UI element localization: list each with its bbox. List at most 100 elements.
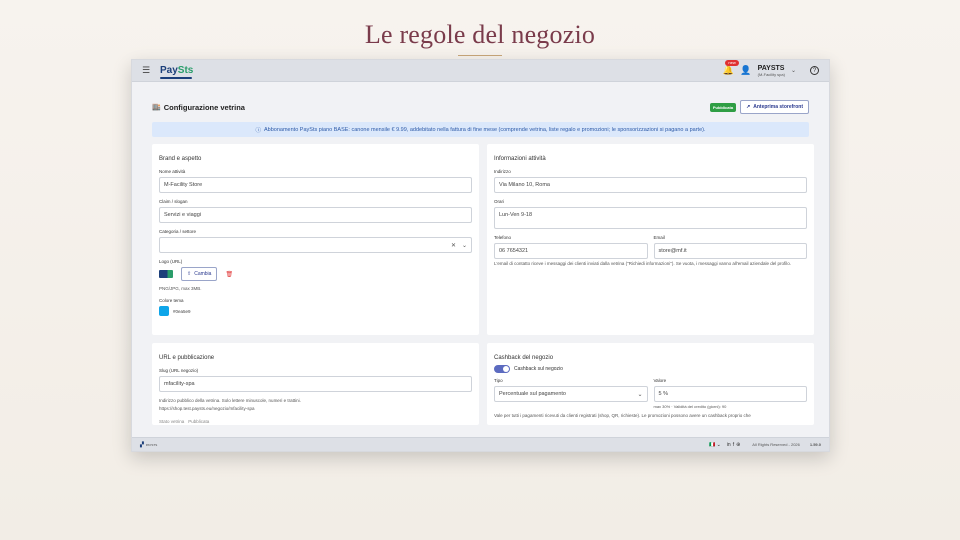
toggle-label: Cashback sul negozio <box>514 366 563 372</box>
cashback-card: Cashback del negozio Cashback sul negozi… <box>487 343 814 425</box>
page-header: 🏬 Configurazione vetrina Pubblicata ↗ An… <box>152 92 809 122</box>
hours-label: Orari <box>494 199 504 204</box>
change-logo-button[interactable]: ⇧ Cambia <box>181 267 218 281</box>
user-icon[interactable]: 👤 <box>740 65 751 76</box>
slug-url: https://shop.test.paysts.eu/negozio/mfac… <box>159 406 255 412</box>
state-select[interactable]: Pubblicata <box>188 419 209 424</box>
url-card: URL e pubblicazione Slug (URL negozio) m… <box>152 343 479 425</box>
brand-card: Brand e aspetto Nome attività M-Facility… <box>152 144 479 335</box>
logo-label: Logo (URL) <box>159 259 183 264</box>
claim-input[interactable]: Servizi e viaggi <box>159 207 472 223</box>
notification-badge: new <box>725 60 739 66</box>
social-links: in f ⊕ <box>727 442 741 448</box>
preview-label: Anteprima storefront <box>753 104 803 110</box>
cashback-hint: Vale per tutti i pagamenti ricevuti da c… <box>494 413 751 418</box>
phone-label: Telefono <box>494 235 512 240</box>
category-label: Categoria / settore <box>159 229 197 234</box>
color-row: #0ea5e9 <box>159 306 472 317</box>
card-title: Cashback del negozio <box>494 355 554 361</box>
page-title: 🏬 Configurazione vetrina <box>152 103 245 112</box>
page-title-text: Configurazione vetrina <box>163 102 245 112</box>
clear-icon[interactable]: ✕ <box>451 242 456 249</box>
subscription-banner: ⓘ Abbonamento PaySts piano BASE: canone … <box>152 122 809 137</box>
color-value: #0ea5e9 <box>173 308 191 314</box>
change-label: Cambia <box>194 271 212 277</box>
phone-input[interactable]: 06 7654321 <box>494 243 648 259</box>
category-select[interactable]: ✕ ⌄ <box>159 237 472 253</box>
type-label: Tipo <box>494 378 503 383</box>
title-divider <box>458 55 502 56</box>
card-title: URL e pubblicazione <box>159 355 215 361</box>
state-row: Stato vetrina Pubblicata <box>159 419 472 424</box>
business-name-input[interactable]: M-Facility Store <box>159 177 472 193</box>
slide-title: Le regole del negozio <box>364 20 596 49</box>
logo-mark-icon: ▞ <box>140 441 144 448</box>
trash-icon[interactable]: 🗑 <box>225 271 233 278</box>
brand-logo[interactable]: PaySts <box>160 65 194 79</box>
logo-row: ⇧ Cambia 🗑 <box>159 267 472 281</box>
notifications-button[interactable]: 🔔 new <box>722 60 739 76</box>
claim-label: Claim / slogan <box>159 199 188 204</box>
chevron-down-icon[interactable]: ⌄ <box>791 67 796 74</box>
value-input[interactable]: 5 % <box>653 386 807 402</box>
cashback-fields: Tipo Percentuale sul pagamento ⌄ Valore … <box>494 378 807 413</box>
store-icon: 🏬 <box>152 104 161 111</box>
cashback-toggle[interactable] <box>494 365 510 373</box>
type-value: Percentuale sul pagamento <box>499 391 566 397</box>
value-label: Valore <box>653 378 667 383</box>
hours-textarea[interactable]: Lun-Ven 9-18 <box>494 207 807 229</box>
email-input[interactable]: store@mf.it <box>653 243 807 259</box>
preview-storefront-button[interactable]: ↗ Anteprima storefront <box>740 100 809 114</box>
upload-icon: ⇧ <box>187 271 192 277</box>
brand-underline <box>160 77 192 79</box>
linkedin-icon[interactable]: in <box>727 442 731 448</box>
brand-part-b: Sts <box>177 65 194 76</box>
menu-icon[interactable]: ☰ <box>142 65 156 76</box>
topbar-actions: 🔔 new 👤 PAYSTS (M-Facility spa) ⌄ ? <box>722 60 819 77</box>
cashback-toggle-row: Cashback sul negozio <box>494 365 807 373</box>
external-link-icon: ↗ <box>746 104 751 110</box>
slug-hint: Indirizzo pubblico della vetrina. Solo l… <box>159 398 301 403</box>
value-hint: max 30% · Validità del credito (giorni):… <box>653 404 727 409</box>
brand-part-a: Pay <box>160 65 178 76</box>
address-label: Indirizzo <box>494 169 511 174</box>
main-content: 🏬 Configurazione vetrina Pubblicata ↗ An… <box>132 82 829 438</box>
footer-bar: ▞ PAYSTS 🇮🇹 ⌄ in f ⊕ All Rights Reserved… <box>132 437 829 451</box>
user-name: PAYSTS <box>757 64 785 72</box>
bell-icon: 🔔 <box>722 65 735 75</box>
logo-thumbnail <box>159 270 173 278</box>
app-window: ☰ PaySts 🔔 new 👤 PAYSTS (M-Facility spa)… <box>131 59 830 452</box>
color-swatch[interactable] <box>159 306 169 317</box>
facebook-icon[interactable]: f <box>733 442 734 448</box>
banner-text: Abbonamento PaySts piano BASE: canone me… <box>264 126 706 133</box>
name-label: Nome attività <box>159 169 186 174</box>
address-input[interactable]: Via Milano 10, Roma <box>494 177 807 193</box>
top-bar: ☰ PaySts 🔔 new 👤 PAYSTS (M-Facility spa)… <box>132 60 829 82</box>
user-company: (M-Facility spa) <box>757 71 785 77</box>
version: 1.59.0 <box>809 442 821 447</box>
card-title: Brand e aspetto <box>159 156 202 162</box>
slug-input[interactable]: mfacility-spa <box>159 376 472 392</box>
web-icon[interactable]: ⊕ <box>736 442 740 448</box>
info-icon: ⓘ <box>255 127 262 134</box>
help-icon[interactable]: ? <box>810 66 819 75</box>
logo-hint: PNG/JPG, max 3MB. <box>159 286 202 291</box>
email-hint: L'email di contatto riceve i messaggi de… <box>494 261 792 266</box>
email-label: Email <box>653 235 665 240</box>
state-label: Stato vetrina <box>159 418 185 424</box>
business-info-card: Informazioni attività Indirizzo Via Mila… <box>487 144 814 335</box>
language-selector[interactable]: 🇮🇹 ⌄ <box>709 442 721 448</box>
status-badge: Pubblicata <box>709 102 737 112</box>
footer-logo-text: PAYSTS <box>145 442 158 447</box>
color-label: Colore tema <box>159 298 184 304</box>
copyright: All Rights Reserved - 2026 <box>752 442 800 447</box>
slug-label: Slug (URL negozio) <box>159 368 199 373</box>
user-menu[interactable]: PAYSTS (M-Facility spa) <box>758 65 785 77</box>
card-title: Informazioni attività <box>494 156 546 162</box>
chevron-down-icon[interactable]: ⌄ <box>462 242 467 249</box>
type-select[interactable]: Percentuale sul pagamento ⌄ <box>494 386 648 402</box>
toggle-knob <box>503 366 509 372</box>
footer-right: 🇮🇹 ⌄ in f ⊕ All Rights Reserved - 2026 1… <box>709 442 821 448</box>
footer-logo: ▞ PAYSTS <box>140 442 157 448</box>
chevron-down-icon[interactable]: ⌄ <box>637 391 642 398</box>
